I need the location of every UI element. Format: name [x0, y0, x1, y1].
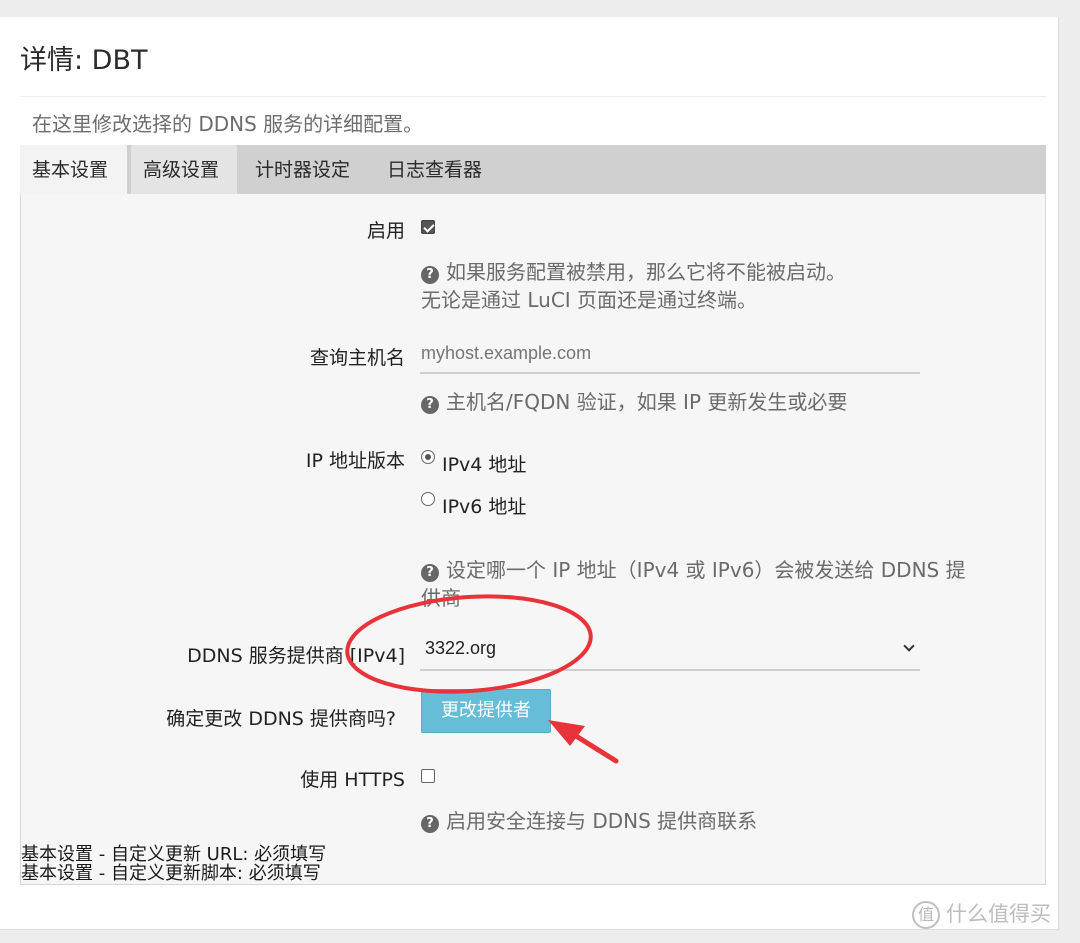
- ipv6-option-label[interactable]: IPv6 地址: [442, 492, 526, 519]
- use-https-checkbox[interactable]: [421, 769, 435, 783]
- page-description: 在这里修改选择的 DDNS 服务的详细配置。: [32, 112, 424, 136]
- lookup-host-help: ? 主机名/FQDN 验证，如果 IP 更新发生或必要: [421, 388, 847, 416]
- lookup-host-input[interactable]: [420, 334, 920, 374]
- help-icon: ?: [421, 396, 439, 414]
- change-provider-button[interactable]: 更改提供者: [421, 689, 551, 733]
- watermark: 值什么值得买: [912, 898, 1051, 929]
- help-icon: ?: [421, 564, 439, 582]
- use-https-label: 使用 HTTPS: [300, 769, 405, 791]
- change-provider-label: 确定更改 DDNS 提供商吗?: [166, 708, 396, 730]
- tab-basic-settings[interactable]: 基本设置: [20, 145, 127, 194]
- ipv6-radio[interactable]: [421, 492, 435, 506]
- use-https-help: ? 启用安全连接与 DDNS 提供商联系: [421, 807, 757, 835]
- validation-error-url: 基本设置 - 自定义更新 URL: 必须填写: [21, 844, 327, 865]
- ipv4-radio[interactable]: [421, 450, 435, 464]
- lookup-host-label: 查询主机名: [309, 347, 405, 369]
- ip-version-label: IP 地址版本: [305, 450, 405, 472]
- enable-checkbox[interactable]: [421, 220, 435, 234]
- tab-bar: 基本设置 高级设置 计时器设定 日志查看器: [20, 145, 1046, 194]
- ip-version-help: ? 设定哪一个 IP 地址（IPv4 或 IPv6）会被发送给 DDNS 提 供商: [421, 558, 966, 610]
- tab-log-viewer[interactable]: 日志查看器: [375, 145, 502, 194]
- watermark-logo-icon: 值: [912, 901, 940, 929]
- validation-error-script: 基本设置 - 自定义更新脚本: 必须填写: [21, 863, 321, 884]
- title-divider: [20, 96, 1046, 97]
- tab-advanced-settings[interactable]: 高级设置: [131, 145, 237, 194]
- help-icon: ?: [421, 815, 439, 833]
- ipv4-option-label[interactable]: IPv4 地址: [442, 450, 526, 477]
- provider-select-value: 3322.org: [425, 638, 497, 658]
- chevron-down-icon: [903, 640, 915, 652]
- enable-label: 启用: [366, 220, 405, 242]
- provider-select[interactable]: 3322.org: [420, 630, 920, 671]
- help-icon: ?: [421, 266, 439, 284]
- enable-help: ? 如果服务配置被禁用，那么它将不能被启动。 无论是通过 LuCI 页面还是通过终…: [421, 260, 846, 312]
- provider-label: DDNS 服务提供商 [IPv4]: [187, 645, 405, 667]
- tab-timer-settings[interactable]: 计时器设定: [243, 145, 370, 194]
- page-title: 详情: DBT: [20, 45, 148, 76]
